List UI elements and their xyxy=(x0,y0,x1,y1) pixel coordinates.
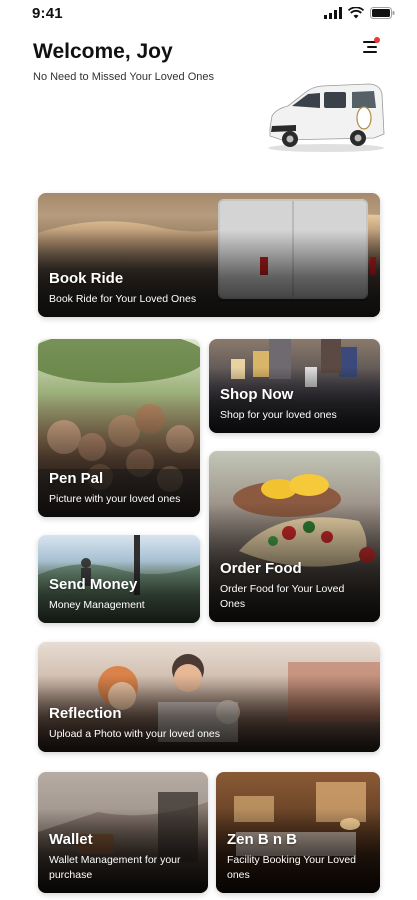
status-bar: 9:41 xyxy=(0,0,417,28)
menu-icon xyxy=(363,37,380,53)
menu-button[interactable] xyxy=(360,36,382,58)
pen-pal-subtitle: Picture with your loved ones xyxy=(49,493,181,505)
notification-dot xyxy=(374,37,380,43)
reflection-title: Reflection xyxy=(49,705,122,722)
page-subtitle: No Need to Missed Your Loved Ones xyxy=(33,71,215,83)
pen-pal-title: Pen Pal xyxy=(49,470,104,487)
shop-now-card[interactable]: Shop Now Shop for your loved ones xyxy=(209,339,380,433)
wallet-title: Wallet xyxy=(49,831,93,848)
send-money-title: Send Money xyxy=(49,576,138,593)
status-time: 9:41 xyxy=(32,5,63,22)
wallet-subtitle: Wallet Management for your purchase xyxy=(49,854,181,881)
zen-bnb-subtitle: Facility Booking Your Loved ones xyxy=(227,854,356,881)
reflection-subtitle: Upload a Photo with your loved ones xyxy=(49,728,221,740)
zen-bnb-title: Zen B n B xyxy=(227,831,297,848)
wifi-icon xyxy=(348,7,364,19)
send-money-card[interactable]: Send Money Money Management xyxy=(38,535,200,623)
page-title: Welcome, Joy xyxy=(33,40,173,63)
van-illustration xyxy=(268,83,385,152)
signal-icon xyxy=(324,7,342,19)
status-icons xyxy=(324,7,395,19)
book-ride-card[interactable]: Book Ride Book Ride for Your Loved Ones xyxy=(38,193,380,317)
send-money-subtitle: Money Management xyxy=(49,599,145,611)
wallet-card[interactable]: Wallet Wallet Management for your purcha… xyxy=(38,772,208,893)
order-food-title: Order Food xyxy=(220,560,302,577)
battery-icon xyxy=(370,7,395,19)
book-ride-title: Book Ride xyxy=(49,270,124,287)
book-ride-subtitle: Book Ride for Your Loved Ones xyxy=(49,293,197,305)
shop-now-subtitle: Shop for your loved ones xyxy=(220,409,337,421)
pen-pal-card[interactable]: Pen Pal Picture with your loved ones xyxy=(38,339,200,517)
zen-bnb-card[interactable]: Zen B n B Facility Booking Your Loved on… xyxy=(216,772,380,893)
order-food-card[interactable]: Order Food Order Food for Your Loved One… xyxy=(209,451,380,622)
shop-now-title: Shop Now xyxy=(220,386,294,403)
order-food-subtitle: Order Food for Your Loved Ones xyxy=(220,583,345,610)
reflection-card[interactable]: Reflection Upload a Photo with your love… xyxy=(38,642,380,752)
